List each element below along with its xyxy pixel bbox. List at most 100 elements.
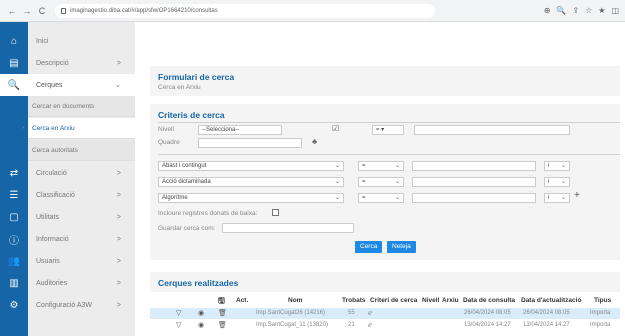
save-search-label: Guardar cerca com: bbox=[158, 225, 216, 232]
view-icon[interactable]: ◉ bbox=[198, 320, 204, 331]
sidebar-subitem-cerca-autoritats[interactable]: Cerca autoritats bbox=[28, 140, 135, 161]
sidebar-item-configuracio[interactable]: ⚙ Configuració A3W > bbox=[0, 294, 135, 316]
column-header-criteri[interactable]: Criteri de cerca bbox=[370, 297, 417, 304]
sidebar: ⌂ Inici ▤ Descripció > 🔍 Cerques ⌄ Cerca… bbox=[0, 22, 135, 336]
view-icon[interactable]: ◉ bbox=[198, 308, 204, 319]
sidebar-item-label: Inici bbox=[36, 37, 49, 45]
column-header-act[interactable]: Act. bbox=[236, 297, 248, 304]
nivell-operator-value: = ▾ bbox=[376, 127, 385, 133]
list-icon: ☰ bbox=[9, 189, 19, 201]
nivell-label: Nivell bbox=[158, 126, 174, 133]
address-bar[interactable]: imaginagestio.diba.cat/#/app/sfw/OP16642… bbox=[55, 3, 435, 18]
criteria-title: Criteris de cerca bbox=[158, 110, 225, 120]
column-header-data-consulta[interactable]: Data de consulta bbox=[463, 297, 515, 304]
swap-icon: ⇄ bbox=[9, 167, 19, 179]
criteria-field-select-1[interactable]: Abast i contingut ⌄ bbox=[158, 161, 344, 171]
quadre-input[interactable] bbox=[198, 138, 302, 148]
info-icon: ⓘ bbox=[9, 235, 19, 247]
sidebar-subitem-cercar-documents[interactable]: Cercar en documents bbox=[28, 96, 135, 117]
save-icon: 🖫 bbox=[218, 296, 225, 305]
edit-criteria-icon[interactable]: ℯ bbox=[368, 308, 372, 319]
quadre-label: Quadre bbox=[158, 139, 180, 146]
nivell-value-input[interactable] bbox=[414, 125, 570, 135]
sidebar-item-informacio[interactable]: ⓘ Informació > bbox=[0, 228, 135, 250]
criteria-operator-select-2[interactable]: = ⌄ bbox=[358, 177, 404, 187]
bookmark-icon[interactable]: ☆ bbox=[585, 6, 592, 15]
column-header-arxiu[interactable]: Arxiu bbox=[442, 297, 459, 304]
save-search-input[interactable] bbox=[222, 223, 354, 233]
clear-button[interactable]: Neteja bbox=[387, 241, 416, 253]
sidebar-subitem-label: Cerca en Arxiu bbox=[32, 124, 75, 132]
column-header-data-actualitzacio[interactable]: Data d'actualització bbox=[521, 297, 581, 304]
zoom-icon[interactable]: 🔍 bbox=[556, 6, 566, 15]
criteria-logic-select-3[interactable]: i ⌄ bbox=[544, 193, 570, 203]
back-icon[interactable]: ← bbox=[6, 5, 18, 17]
cell-tipus: Importa bbox=[590, 322, 611, 328]
sidepanel-icon[interactable]: ◫ bbox=[611, 6, 619, 15]
sidebar-item-label: Informació bbox=[36, 235, 69, 243]
sidebar-item-label: Auditories bbox=[36, 279, 68, 287]
criteria-field-value: Algorítme bbox=[162, 195, 188, 201]
include-deleted-checkbox[interactable] bbox=[272, 209, 279, 216]
cell-data-consulta: 13/04/2024 14:27 bbox=[464, 322, 511, 328]
criteria-field-select-3[interactable]: Algorítme ⌄ bbox=[158, 193, 344, 203]
chevron-right-icon: > bbox=[116, 235, 121, 243]
home-icon: ⌂ bbox=[10, 35, 18, 47]
chevron-right-icon: > bbox=[116, 257, 121, 265]
sidebar-item-usuaris[interactable]: 👥 Usuaris > bbox=[0, 250, 135, 272]
sidebar-item-label: Circulació bbox=[36, 169, 67, 177]
criteria-operator-value: = bbox=[362, 195, 366, 201]
results-title: Cerques realitzades bbox=[158, 278, 239, 288]
sidebar-item-auditories[interactable]: ▥ Auditories > bbox=[0, 272, 135, 294]
sidebar-item-label: Usuaris bbox=[36, 257, 60, 265]
criteria-value-input-2[interactable] bbox=[412, 177, 536, 187]
criteria-operator-select-1[interactable]: = ⌄ bbox=[358, 161, 404, 171]
reload-icon[interactable]: C bbox=[36, 5, 48, 17]
browser-toolbar: ← → C imaginagestio.diba.cat/#/app/sfw/O… bbox=[0, 0, 625, 22]
column-header-tipus[interactable]: Tipus bbox=[594, 297, 611, 304]
criteria-value-input-1[interactable] bbox=[412, 161, 536, 171]
nivell-select[interactable]: --Selecciona-- bbox=[198, 125, 282, 135]
nivell-select-value: --Selecciona-- bbox=[202, 127, 240, 133]
chevron-right-icon: > bbox=[116, 279, 121, 287]
add-criteria-icon[interactable]: + bbox=[574, 191, 580, 201]
nivell-operator-select[interactable]: = ▾ bbox=[372, 125, 404, 135]
column-header-nivell[interactable]: Nivell bbox=[422, 297, 439, 304]
search-form-header: Formulari de cerca Cerca en Arxiu bbox=[150, 66, 620, 96]
criteria-logic-select-1[interactable]: i ⌄ bbox=[544, 161, 570, 171]
share-icon[interactable]: ⇪ bbox=[572, 6, 579, 15]
filter-icon[interactable]: ▽ bbox=[176, 308, 181, 319]
table-row[interactable]: ▽ ◉ 🗑 Imp.SantCugat26 (14216) 55 ℯ 26/04… bbox=[150, 308, 620, 319]
criteria-operator-value: = bbox=[362, 179, 366, 185]
sidebar-item-classificacio[interactable]: ☰ Classificació > bbox=[0, 184, 135, 206]
column-header-nom[interactable]: Nom bbox=[288, 297, 302, 304]
criteria-logic-select-2[interactable]: i ⌄ bbox=[544, 177, 570, 187]
search-button[interactable]: Cerca bbox=[355, 241, 383, 253]
table-row[interactable]: ▽ ◉ 🗑 Imp.SantCugat_11 (13820) 21 ℯ 13/0… bbox=[150, 320, 620, 331]
sidebar-item-utilitats[interactable]: ▢ Utilitats > bbox=[0, 206, 135, 228]
sidebar-item-cerques[interactable]: 🔍 Cerques ⌄ bbox=[0, 74, 135, 96]
sidebar-item-descripcio[interactable]: ▤ Descripció > bbox=[0, 52, 135, 74]
trash-icon[interactable]: 🗑 bbox=[218, 308, 227, 319]
criteria-value-input-3[interactable] bbox=[412, 193, 536, 203]
checkbox-toggle-icon[interactable]: ☑ bbox=[332, 124, 339, 134]
divider bbox=[158, 154, 620, 155]
filter-icon[interactable]: ▽ bbox=[176, 320, 181, 331]
sidebar-subitem-cerca-arxiu[interactable]: › Cerca en Arxiu bbox=[22, 118, 135, 139]
lock-icon bbox=[61, 7, 66, 14]
sidebar-item-inici[interactable]: ⌂ Inici bbox=[0, 30, 135, 52]
bar-chart-icon: ▥ bbox=[9, 277, 19, 289]
chevron-right-icon: > bbox=[116, 59, 121, 67]
criteria-operator-select-3[interactable]: = ⌄ bbox=[358, 193, 404, 203]
cell-tipus: Importa bbox=[590, 310, 611, 316]
sidebar-item-circulacio[interactable]: ⇄ Circulació > bbox=[0, 162, 135, 184]
column-header-trobats[interactable]: Trobats bbox=[342, 297, 365, 304]
tree-icon[interactable]: ♣ bbox=[312, 137, 317, 147]
cell-nom: Imp.SantCugat_11 (13820) bbox=[256, 322, 328, 328]
install-icon[interactable]: ⊕ bbox=[544, 6, 551, 15]
edit-criteria-icon[interactable]: ℯ bbox=[368, 320, 372, 331]
trash-icon[interactable]: 🗑 bbox=[218, 320, 227, 331]
criteria-field-select-2[interactable]: Acció dictaminada ⌄ bbox=[158, 177, 344, 187]
forward-icon[interactable]: → bbox=[21, 5, 33, 17]
extensions-icon[interactable]: ★ bbox=[598, 6, 605, 15]
